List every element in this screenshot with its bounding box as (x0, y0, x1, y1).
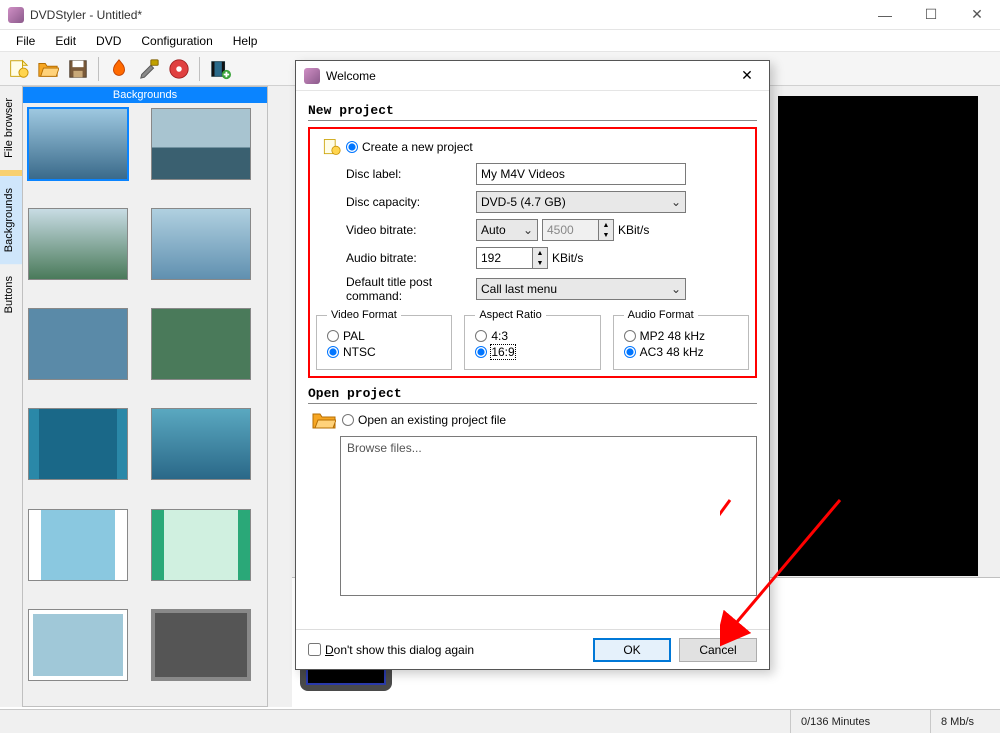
bg-thumb[interactable] (152, 309, 250, 379)
preview-canvas (778, 96, 978, 576)
add-clip-icon[interactable] (206, 55, 234, 83)
ratio-169-radio[interactable]: 16:9 (475, 345, 589, 359)
statusbar: 0/136 Minutes 8 Mb/s (0, 709, 1000, 733)
bg-thumb[interactable] (29, 409, 127, 479)
video-bitrate-label: Video bitrate: (316, 223, 476, 237)
save-icon[interactable] (64, 55, 92, 83)
post-command-select[interactable]: Call last menu (476, 278, 686, 300)
pal-radio[interactable]: PAL (327, 329, 441, 343)
post-command-label: Default title post command: (316, 275, 476, 303)
audio-bitrate-label: Audio bitrate: (316, 251, 476, 265)
bg-thumb[interactable] (152, 610, 250, 680)
video-bitrate-unit: KBit/s (618, 223, 649, 237)
backgrounds-panel: Backgrounds (22, 86, 268, 707)
video-bitrate-mode-select[interactable]: Auto (476, 219, 538, 241)
dialog-title: Welcome (326, 69, 733, 83)
dialog-close-button[interactable]: ✕ (733, 67, 761, 84)
disc-label-input[interactable] (476, 163, 686, 185)
backgrounds-header: Backgrounds (23, 87, 267, 103)
app-icon (8, 7, 24, 23)
window-title: DVDStyler - Untitled* (30, 8, 862, 22)
ac3-radio[interactable]: AC3 48 kHz (624, 345, 738, 359)
audio-bitrate-unit: KBit/s (552, 251, 583, 265)
bg-thumb[interactable] (29, 309, 127, 379)
audio-bitrate-spinner[interactable]: ▲▼ (476, 247, 548, 269)
ratio-43-radio[interactable]: 4:3 (475, 329, 589, 343)
menu-configuration[interactable]: Configuration (131, 32, 222, 50)
tab-buttons[interactable]: Buttons (0, 264, 22, 325)
bg-thumb[interactable] (152, 109, 250, 179)
mp2-radio[interactable]: MP2 48 kHz (624, 329, 738, 343)
open-folder-icon (312, 410, 336, 430)
bg-thumb[interactable] (152, 209, 250, 279)
disc-capacity-select[interactable]: DVD-5 (4.7 GB) (476, 191, 686, 213)
new-project-heading: New project (308, 103, 757, 118)
disc-icon[interactable] (165, 55, 193, 83)
video-bitrate-spinner[interactable]: ▲▼ (542, 219, 614, 241)
menu-dvd[interactable]: DVD (86, 32, 131, 50)
disc-label-label: Disc label: (316, 167, 476, 181)
new-project-section: Create a new project Disc label: Disc ca… (308, 127, 757, 378)
aspect-ratio-group: Aspect Ratio 4:3 16:9 (464, 309, 600, 370)
bg-thumb[interactable] (29, 109, 127, 179)
window-titlebar: DVDStyler - Untitled* — ☐ ✕ (0, 0, 1000, 30)
tab-file-browser[interactable]: File browser (0, 86, 22, 170)
ntsc-radio[interactable]: NTSC (327, 345, 441, 359)
dialog-titlebar: Welcome ✕ (296, 61, 769, 91)
side-tabs: File browser Backgrounds Buttons (0, 86, 22, 707)
status-minutes: 0/136 Minutes (790, 710, 890, 733)
menu-file[interactable]: File (6, 32, 45, 50)
status-bitrate: 8 Mb/s (930, 710, 990, 733)
ok-button[interactable]: OK (593, 638, 671, 662)
bg-thumb[interactable] (152, 510, 250, 580)
new-project-icon[interactable] (4, 55, 32, 83)
disc-capacity-label: Disc capacity: (316, 195, 476, 209)
burn-icon[interactable] (105, 55, 133, 83)
minimize-button[interactable]: — (862, 0, 908, 30)
tab-backgrounds[interactable]: Backgrounds (0, 176, 22, 264)
open-project-radio[interactable]: Open an existing project file (342, 413, 506, 427)
open-project-heading: Open project (308, 386, 757, 401)
bg-thumb[interactable] (29, 610, 127, 680)
welcome-dialog: Welcome ✕ New project Create a new proje… (295, 60, 770, 670)
bg-thumb[interactable] (29, 510, 127, 580)
cancel-button[interactable]: Cancel (679, 638, 757, 662)
open-icon[interactable] (34, 55, 62, 83)
dialog-app-icon (304, 68, 320, 84)
menu-edit[interactable]: Edit (45, 32, 86, 50)
menubar: File Edit DVD Configuration Help (0, 30, 1000, 52)
menu-help[interactable]: Help (223, 32, 268, 50)
create-project-radio[interactable]: Create a new project (346, 140, 473, 154)
settings-icon[interactable] (135, 55, 163, 83)
bg-thumb[interactable] (29, 209, 127, 279)
bg-thumb[interactable] (152, 409, 250, 479)
backgrounds-grid[interactable] (23, 103, 267, 706)
new-project-icon-small (316, 137, 346, 157)
dont-show-checkbox[interactable]: Don't show this dialog again (308, 643, 474, 657)
browse-files-list[interactable]: Browse files... (340, 436, 757, 596)
maximize-button[interactable]: ☐ (908, 0, 954, 30)
close-button[interactable]: ✕ (954, 0, 1000, 30)
audio-format-group: Audio Format MP2 48 kHz AC3 48 kHz (613, 309, 749, 370)
video-format-group: Video Format PAL NTSC (316, 309, 452, 370)
